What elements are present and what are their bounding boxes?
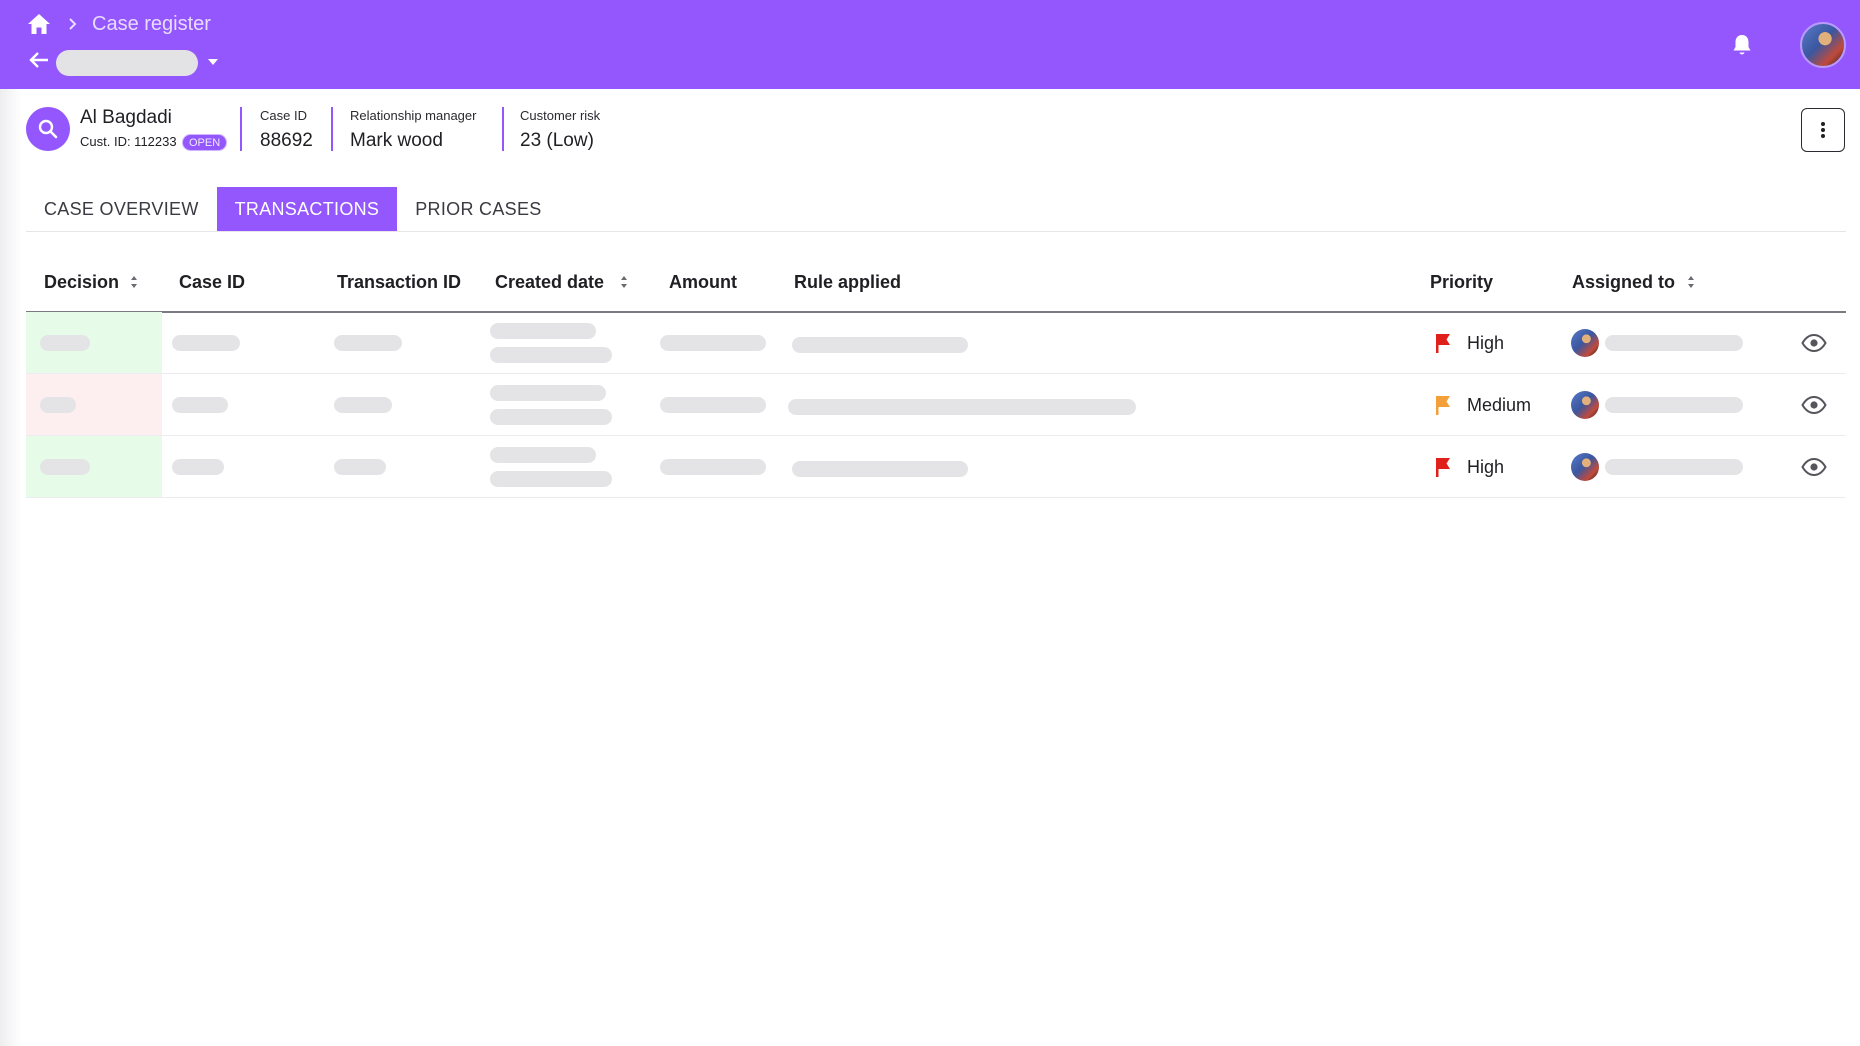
skeleton-placeholder <box>660 459 766 475</box>
customer-avatar <box>26 107 70 151</box>
column-header-amount: Amount <box>669 272 737 292</box>
skeleton-placeholder <box>40 459 90 475</box>
assignee-avatar <box>1571 453 1599 481</box>
header-divider <box>502 107 504 151</box>
flag-icon <box>1436 334 1450 353</box>
priority-label: Medium <box>1467 395 1532 415</box>
column-header-case-id: Case ID <box>179 272 246 292</box>
skeleton-placeholder <box>792 337 968 353</box>
skeleton-placeholder <box>490 471 612 487</box>
skeleton-placeholder <box>490 323 596 339</box>
left-edge-shade <box>0 89 22 1046</box>
user-avatar[interactable] <box>1800 22 1846 68</box>
caret-down-icon[interactable] <box>206 57 220 67</box>
table-row[interactable]: Medium <box>26 374 1846 436</box>
eye-icon[interactable] <box>1801 334 1827 352</box>
tab-case-overview[interactable]: CASE OVERVIEW <box>26 187 217 231</box>
skeleton-placeholder <box>660 335 766 351</box>
skeleton-placeholder <box>792 461 968 477</box>
skeleton-placeholder <box>1605 335 1743 351</box>
status-badge: OPEN <box>182 134 228 151</box>
skeleton-placeholder <box>490 385 606 401</box>
skeleton-placeholder <box>788 399 1136 415</box>
tab-prior-cases[interactable]: PRIOR CASES <box>397 187 559 231</box>
assignee-avatar <box>1571 329 1599 357</box>
case-id-value: 88692 <box>260 130 313 151</box>
case-selector[interactable] <box>56 50 198 76</box>
breadcrumb-case-register[interactable]: Case register <box>92 12 211 36</box>
table-row[interactable]: High <box>26 436 1846 498</box>
customer-name: Al Bagdadi <box>80 107 172 128</box>
skeleton-placeholder <box>334 335 402 351</box>
column-header-assigned-to[interactable]: Assigned to <box>1572 270 1675 294</box>
sort-icon[interactable] <box>129 274 139 290</box>
home-icon[interactable] <box>26 12 52 36</box>
customer-risk-label: Customer risk <box>520 108 601 123</box>
relationship-manager-value: Mark wood <box>350 130 443 151</box>
column-header-decision[interactable]: Decision <box>44 270 119 294</box>
table-row[interactable]: High <box>26 312 1846 374</box>
column-header-rule-applied: Rule applied <box>794 272 902 292</box>
back-arrow-icon[interactable] <box>28 50 50 70</box>
header-divider <box>331 107 333 151</box>
kebab-menu-icon <box>1821 122 1825 138</box>
eye-icon[interactable] <box>1801 458 1827 476</box>
flag-icon <box>1436 458 1450 477</box>
column-header-priority: Priority <box>1430 272 1494 292</box>
header-divider <box>240 107 242 151</box>
tab-transactions[interactable]: TRANSACTIONS <box>216 187 398 231</box>
skeleton-placeholder <box>1605 459 1743 475</box>
skeleton-placeholder <box>40 335 90 351</box>
skeleton-placeholder <box>490 447 596 463</box>
customer-id: Cust. ID: 112233 <box>80 134 177 149</box>
skeleton-placeholder <box>490 409 612 425</box>
search-icon <box>38 119 58 139</box>
flag-icon <box>1436 396 1450 415</box>
relationship-manager-label: Relationship manager <box>350 108 477 123</box>
sort-icon[interactable] <box>1686 274 1696 290</box>
case-id-label: Case ID <box>260 108 307 123</box>
more-options-button[interactable] <box>1801 108 1845 152</box>
tabs-divider <box>26 231 1846 232</box>
skeleton-placeholder <box>1605 397 1743 413</box>
skeleton-placeholder <box>660 397 766 413</box>
skeleton-placeholder <box>172 335 240 351</box>
priority-label: High <box>1467 333 1505 353</box>
skeleton-placeholder <box>490 347 612 363</box>
customer-risk-value: 23 (Low) <box>520 130 594 151</box>
bell-icon[interactable] <box>1730 32 1754 58</box>
column-header-created-date[interactable]: Created date <box>495 270 604 294</box>
priority-label: High <box>1467 457 1505 477</box>
top-bar: Case register <box>0 0 1860 89</box>
chevron-right-icon <box>69 18 77 30</box>
skeleton-placeholder <box>172 459 224 475</box>
column-header-transaction-id: Transaction ID <box>337 272 462 292</box>
skeleton-placeholder <box>40 397 76 413</box>
skeleton-placeholder <box>172 397 228 413</box>
skeleton-placeholder <box>334 397 392 413</box>
eye-icon[interactable] <box>1801 396 1827 414</box>
assignee-avatar <box>1571 391 1599 419</box>
case-tabs: CASE OVERVIEW TRANSACTIONS PRIOR CASES <box>26 187 560 231</box>
skeleton-placeholder <box>334 459 386 475</box>
sort-icon[interactable] <box>619 274 629 290</box>
